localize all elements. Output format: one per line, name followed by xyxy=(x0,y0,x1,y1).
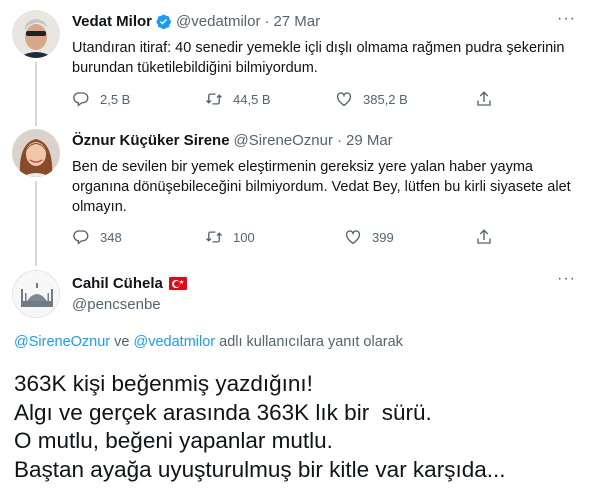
reply-icon xyxy=(73,92,89,107)
reply-button[interactable]: 348 xyxy=(72,228,205,246)
reply-count: 2,5 B xyxy=(100,91,131,107)
tweet-text: Ben de sevilen bir yemek eleştirmenin ge… xyxy=(72,159,571,215)
tweet-line: O mutlu, beğeni yapanlar mutlu. xyxy=(14,428,333,453)
handle-row: @pencsenbe xyxy=(72,296,161,313)
tweet-actions: 2,5 B 44,5 B 385,2 B xyxy=(72,89,503,109)
retweet-button[interactable]: 100 xyxy=(205,228,344,246)
retweet-button[interactable]: 44,5 B xyxy=(205,90,335,108)
replying-to-and: ve xyxy=(110,334,134,350)
more-icon[interactable]: ··· xyxy=(557,10,576,28)
retweet-icon xyxy=(206,231,222,243)
thread-line xyxy=(35,120,37,126)
reply-button[interactable]: 2,5 B xyxy=(72,90,205,108)
tweet-vedat-milor[interactable]: Vedat Milor @vedatmilor · 27 Mar ··· Uta… xyxy=(0,0,590,120)
tweet-header: Vedat Milor @vedatmilor · 27 Mar xyxy=(72,13,320,30)
separator: · xyxy=(264,13,270,30)
replying-to-suffix: adlı kullanıcılara yanıt olarak xyxy=(215,334,403,350)
like-icon xyxy=(345,230,361,245)
avatar-vedat-milor[interactable] xyxy=(12,10,60,58)
tweet-line: 363K kişi beğenmiş yazdığını! xyxy=(14,371,313,396)
like-count: 399 xyxy=(372,229,394,245)
separator: · xyxy=(336,132,342,149)
tweet-header: Cahil Cühela ★ xyxy=(72,275,187,292)
share-button[interactable] xyxy=(475,90,503,108)
display-name[interactable]: Öznur Küçüker Sirene xyxy=(72,132,230,149)
reply-count: 348 xyxy=(100,229,122,245)
tweet-text: Utandıran itiraf: 40 senedir yemekle içl… xyxy=(72,40,565,76)
display-name[interactable]: Cahil Cühela xyxy=(72,275,163,292)
reply-icon xyxy=(73,230,89,245)
retweet-count: 100 xyxy=(233,229,255,245)
share-icon xyxy=(477,229,491,244)
retweet-count: 44,5 B xyxy=(233,91,271,107)
handle[interactable]: @vedatmilor xyxy=(176,13,260,30)
like-button[interactable]: 399 xyxy=(344,228,475,246)
handle[interactable]: @SireneOznur xyxy=(234,132,333,149)
thread-line xyxy=(35,181,37,258)
turkish-flag-icon: ★ xyxy=(168,277,187,290)
tweet-line: Algı ve gerçek arasında 363K lık bir sür… xyxy=(14,399,432,425)
replying-to: @SireneOznur ve @vedatmilor adlı kullanı… xyxy=(14,334,403,350)
tweet-line: Baştan ayağa uyuşturulmuş bir kitle var … xyxy=(14,456,506,482)
tweet-actions: 348 100 399 xyxy=(72,227,503,247)
retweet-icon xyxy=(206,93,222,105)
share-button[interactable] xyxy=(475,228,503,246)
like-button[interactable]: 385,2 B xyxy=(335,90,475,108)
timestamp[interactable]: 29 Mar xyxy=(346,132,393,149)
tweet-header: Öznur Küçüker Sirene @SireneOznur · 29 M… xyxy=(72,132,393,149)
more-icon[interactable]: ··· xyxy=(557,270,576,288)
avatar-cahil-cuhela[interactable] xyxy=(12,270,60,318)
thread-line xyxy=(35,258,37,266)
handle[interactable]: @pencsenbe xyxy=(72,296,161,313)
mention-sireneoznur[interactable]: @SireneOznur xyxy=(14,334,110,350)
timestamp[interactable]: 27 Mar xyxy=(273,13,320,30)
share-icon xyxy=(477,91,491,106)
like-icon xyxy=(336,92,352,107)
verified-icon xyxy=(156,14,171,30)
mention-vedatmilor[interactable]: @vedatmilor xyxy=(134,334,216,350)
tweet-main-text: 363K kişi beğenmiş yazdığını! Algı ve ge… xyxy=(14,370,574,484)
display-name[interactable]: Vedat Milor xyxy=(72,13,152,30)
thread-line xyxy=(35,62,37,120)
like-count: 385,2 B xyxy=(363,91,408,107)
avatar-oznur-kucuker-sirene[interactable] xyxy=(12,129,60,177)
tweet-oznur-kucuker-sirene[interactable]: Öznur Küçüker Sirene @SireneOznur · 29 M… xyxy=(0,120,590,258)
